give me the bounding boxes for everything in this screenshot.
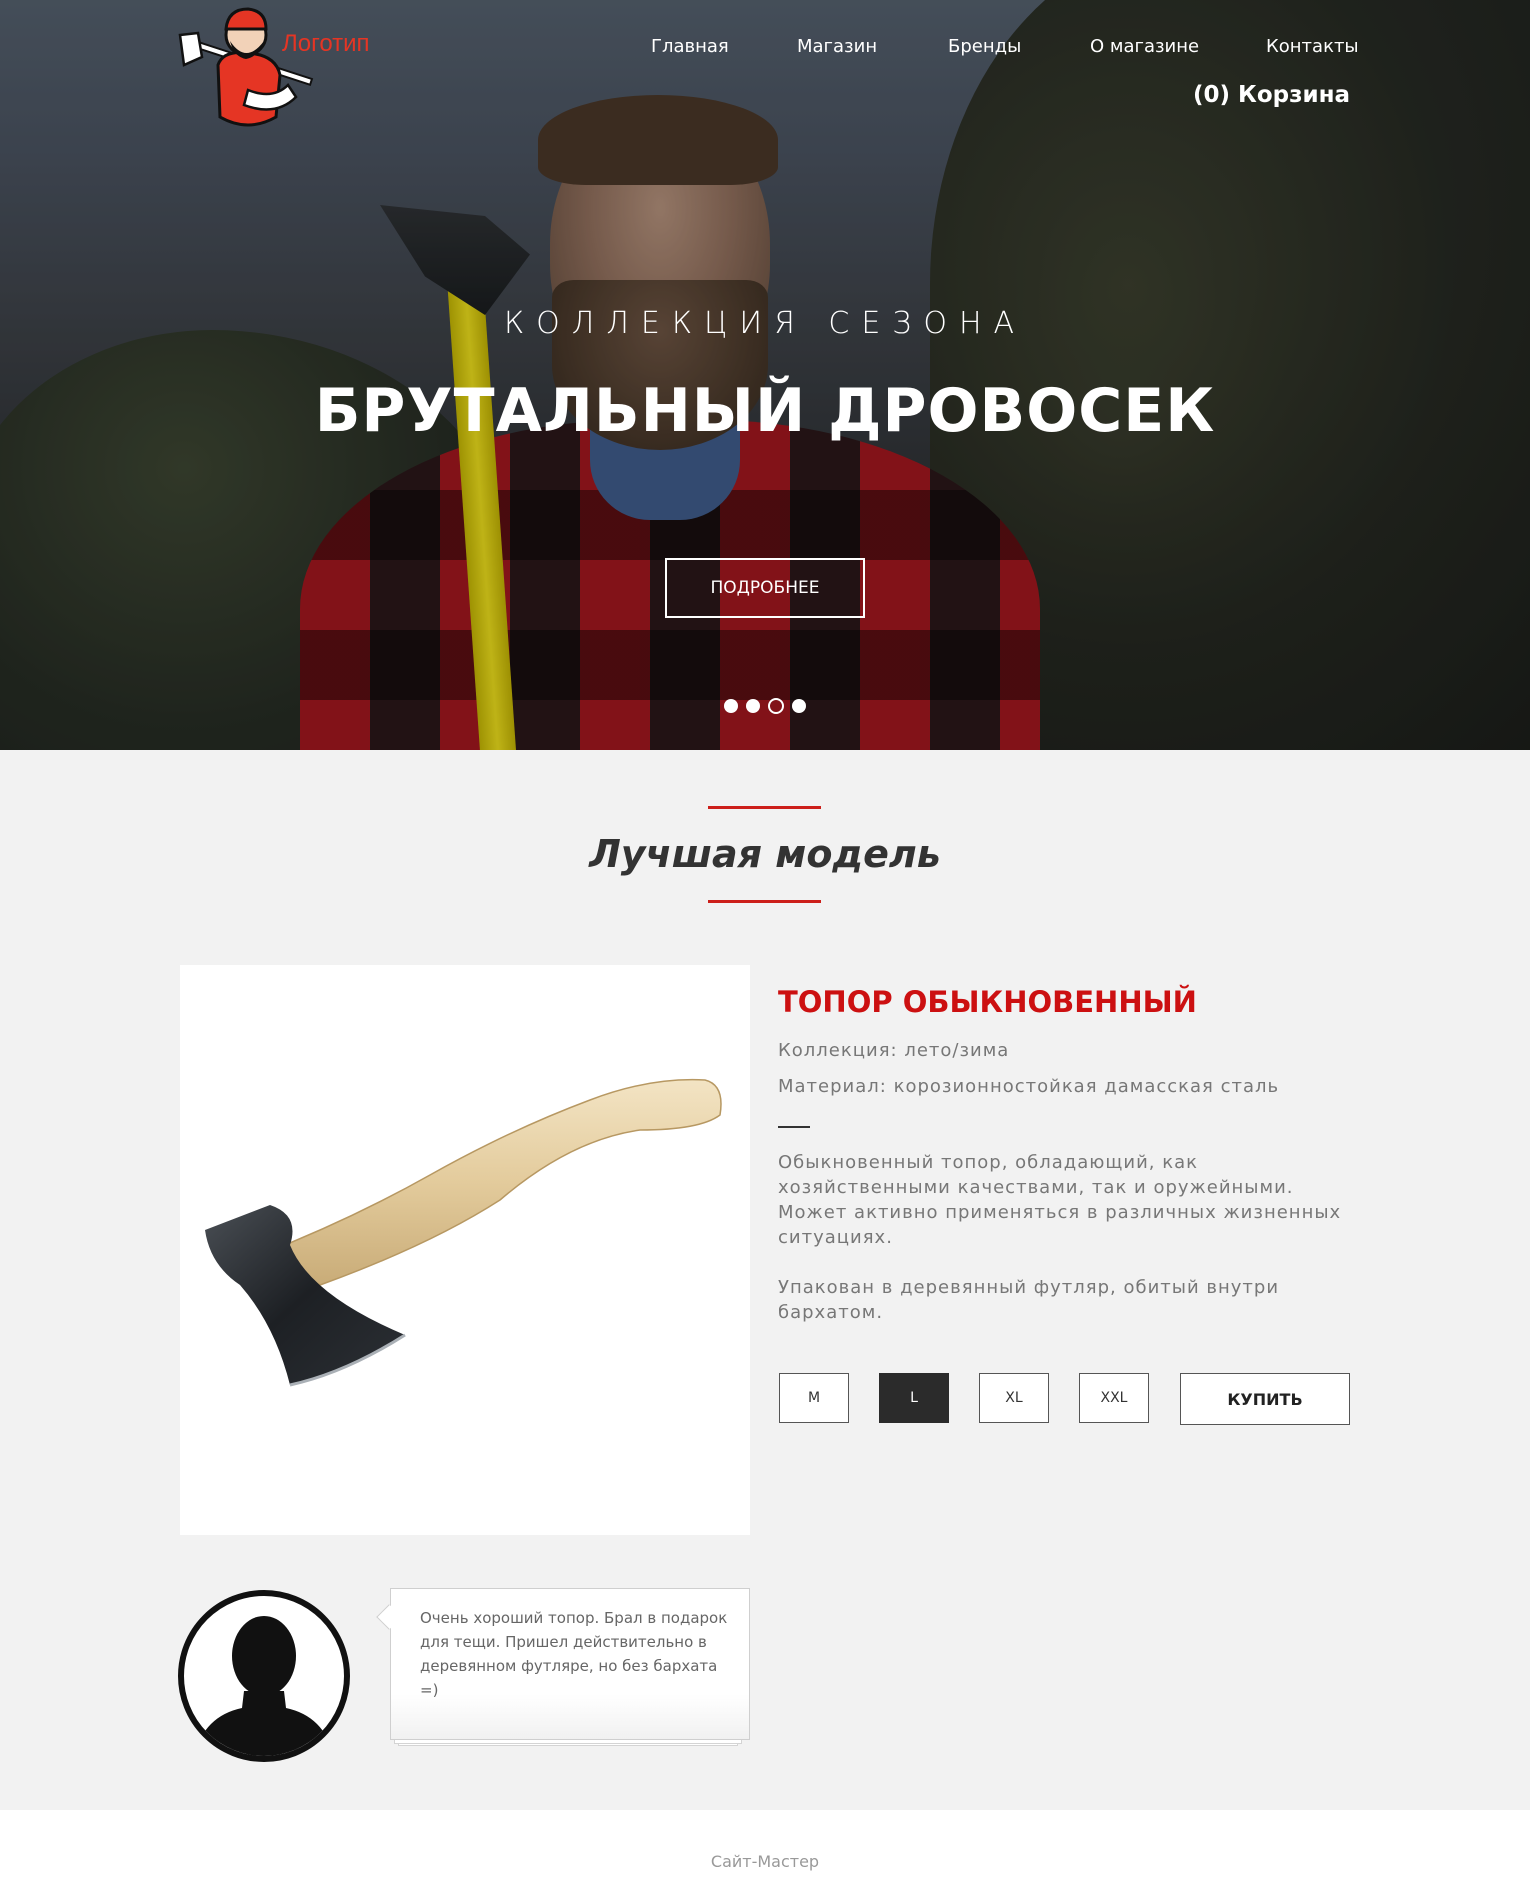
- size-button-m[interactable]: M: [779, 1373, 849, 1423]
- product-material: Материал: корозионностойкая дамасская ст…: [778, 1076, 1280, 1097]
- size-button-xl[interactable]: XL: [979, 1373, 1049, 1423]
- lumberjack-logo-icon[interactable]: [178, 5, 328, 135]
- axe-product-image: [180, 965, 750, 1535]
- product-title: ТОПОР ОБЫКНОВЕННЫЙ: [778, 985, 1197, 1019]
- footer-text[interactable]: Сайт-Мастер: [0, 1852, 1530, 1871]
- section-title-line-bottom: [708, 900, 821, 903]
- section-title: Лучшая модель: [589, 832, 941, 876]
- hero-subtitle: КОЛЛЕКЦИЯ СЕЗОНА: [503, 306, 1027, 341]
- slider-dot-active[interactable]: [768, 698, 784, 714]
- product-collection: Коллекция: лето/зима: [778, 1040, 1010, 1061]
- slider-dot[interactable]: [724, 699, 738, 713]
- review-text: Очень хороший топор. Брал в подарок для …: [420, 1609, 728, 1699]
- user-silhouette-icon: [178, 1590, 350, 1762]
- slider-dots: [724, 698, 806, 714]
- more-button[interactable]: ПОДРОБНЕЕ: [665, 558, 865, 618]
- nav-item-contacts[interactable]: Контакты: [1266, 36, 1359, 57]
- size-button-l[interactable]: L: [879, 1373, 949, 1423]
- cart-link[interactable]: (0) Корзина: [1193, 82, 1350, 108]
- size-button-xxl[interactable]: XXL: [1079, 1373, 1149, 1423]
- buy-button[interactable]: КУПИТЬ: [1180, 1373, 1350, 1425]
- divider: [778, 1126, 810, 1128]
- main-nav: Главная Магазин Бренды О магазине Контак…: [0, 36, 1530, 66]
- nav-item-brands[interactable]: Бренды: [948, 36, 1021, 57]
- product-packaging: Упакован в деревянный футляр, обитый вну…: [778, 1277, 1280, 1323]
- section-title-line-top: [708, 806, 821, 809]
- hero-title: БРУТАЛЬНЫЙ ДРОВОСЕК: [314, 376, 1216, 446]
- slider-dot[interactable]: [746, 699, 760, 713]
- product-description: Обыкновенный топор, обладающий, как хозя…: [778, 1152, 1342, 1248]
- slider-dot[interactable]: [792, 699, 806, 713]
- nav-item-about[interactable]: О магазине: [1090, 36, 1199, 57]
- nav-item-home[interactable]: Главная: [651, 36, 729, 57]
- nav-item-shop[interactable]: Магазин: [797, 36, 877, 57]
